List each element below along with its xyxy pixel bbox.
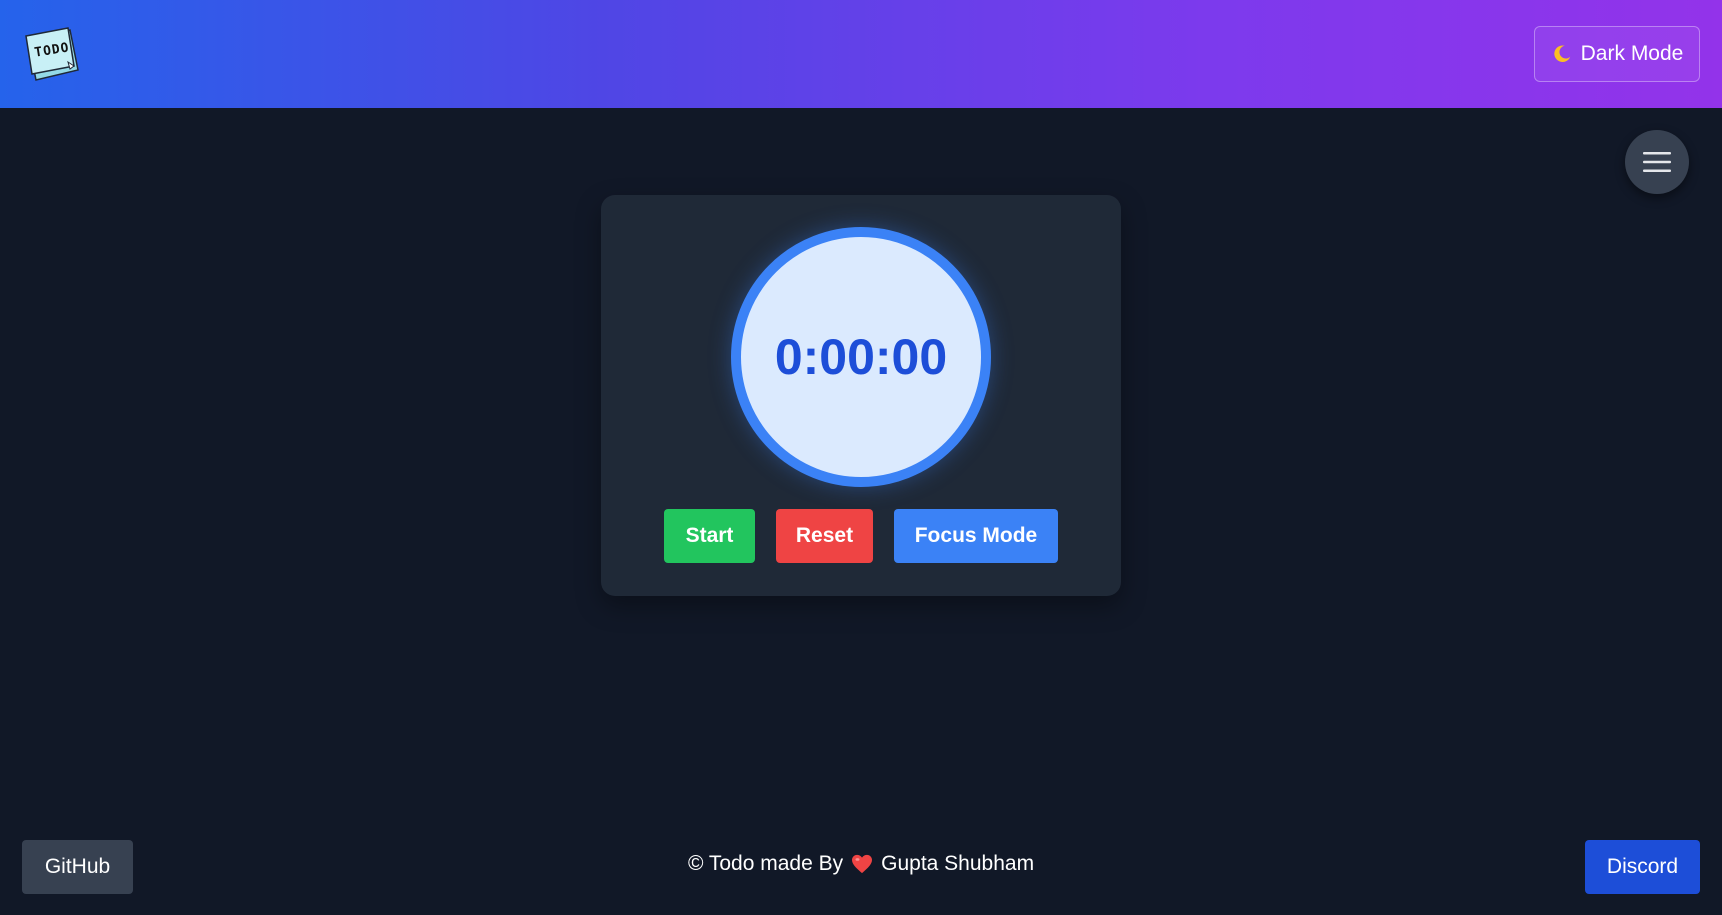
- credit-author[interactable]: Gupta Shubham: [881, 852, 1034, 876]
- dark-mode-label: Dark Mode: [1580, 42, 1684, 65]
- timer-circle: 0:00:00: [731, 227, 991, 487]
- heart-icon: [851, 854, 873, 874]
- menu-button[interactable]: [1625, 130, 1689, 194]
- top-header: TODO Dark Mode: [0, 0, 1722, 108]
- timer-display: 0:00:00: [774, 329, 948, 385]
- footer-credit: © Todo made By Gupta Shubham: [0, 852, 1722, 876]
- hamburger-menu-icon: [1643, 152, 1671, 172]
- reset-button[interactable]: Reset: [776, 509, 873, 563]
- dark-mode-toggle-button[interactable]: Dark Mode: [1534, 26, 1700, 82]
- timer-card: 0:00:00 Start Reset Focus Mode: [601, 195, 1121, 596]
- focus-mode-button[interactable]: Focus Mode: [894, 509, 1058, 563]
- start-button[interactable]: Start: [664, 509, 755, 563]
- todo-logo-icon[interactable]: TODO: [24, 26, 80, 82]
- credit-prefix: © Todo made By: [687, 852, 844, 875]
- moon-icon: [1551, 43, 1573, 65]
- discord-button[interactable]: Discord: [1585, 840, 1700, 894]
